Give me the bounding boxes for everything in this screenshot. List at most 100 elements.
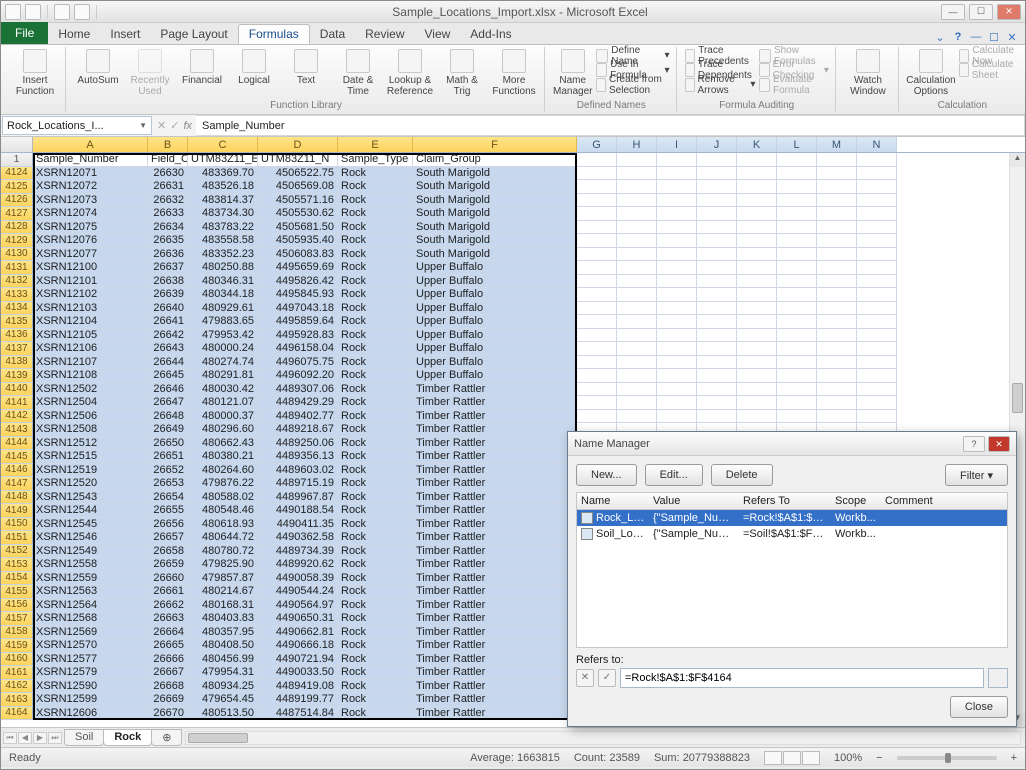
cell[interactable]: [657, 153, 697, 167]
cell[interactable]: 26645: [148, 369, 188, 383]
cell[interactable]: Timber Rattler: [413, 437, 577, 451]
cell[interactable]: XSRN12546: [33, 531, 148, 545]
cell[interactable]: 4495659.69: [258, 261, 338, 275]
insert-function-button[interactable]: Insert Function: [11, 49, 59, 97]
cell[interactable]: [577, 234, 617, 248]
cell[interactable]: 4489250.06: [258, 437, 338, 451]
cell[interactable]: 4496158.04: [258, 342, 338, 356]
scroll-up-icon[interactable]: ▲: [1010, 153, 1025, 167]
cell[interactable]: [617, 288, 657, 302]
cell[interactable]: Rock: [338, 221, 413, 235]
cell[interactable]: 26667: [148, 666, 188, 680]
cell[interactable]: [857, 207, 897, 221]
cell[interactable]: XSRN12073: [33, 194, 148, 208]
row-header[interactable]: 4153: [1, 558, 33, 572]
cell[interactable]: Rock: [338, 680, 413, 694]
cell[interactable]: XSRN12100: [33, 261, 148, 275]
cell[interactable]: 4489402.77: [258, 410, 338, 424]
cell[interactable]: [657, 369, 697, 383]
tab-nav-prev-icon[interactable]: ◀: [18, 732, 32, 744]
cell[interactable]: Rock: [338, 167, 413, 181]
row-header[interactable]: 4145: [1, 450, 33, 464]
row-header[interactable]: 4159: [1, 639, 33, 653]
evaluate-formula-button[interactable]: Evaluate Formula: [759, 78, 829, 92]
row-header[interactable]: 4142: [1, 410, 33, 424]
cell[interactable]: [697, 383, 737, 397]
cell[interactable]: 4489715.19: [258, 477, 338, 491]
cell[interactable]: [857, 302, 897, 316]
cell[interactable]: XSRN12543: [33, 491, 148, 505]
cell[interactable]: [617, 167, 657, 181]
calculate-sheet-button[interactable]: Calculate Sheet: [959, 64, 1018, 78]
row-header[interactable]: 4129: [1, 234, 33, 248]
cell[interactable]: 480403.83: [188, 612, 258, 626]
cell[interactable]: [657, 342, 697, 356]
cell[interactable]: [657, 275, 697, 289]
cell[interactable]: XSRN12107: [33, 356, 148, 370]
cell[interactable]: 480780.72: [188, 545, 258, 559]
cell[interactable]: 483352.23: [188, 248, 258, 262]
cell[interactable]: 4495928.83: [258, 329, 338, 343]
cell[interactable]: 26649: [148, 423, 188, 437]
cell[interactable]: 483558.58: [188, 234, 258, 248]
cell[interactable]: [857, 356, 897, 370]
cell[interactable]: [577, 302, 617, 316]
cell[interactable]: 26647: [148, 396, 188, 410]
cell[interactable]: 26666: [148, 653, 188, 667]
cell[interactable]: XSRN12569: [33, 626, 148, 640]
row-header[interactable]: 4158: [1, 626, 33, 640]
row-header[interactable]: 4151: [1, 531, 33, 545]
cell[interactable]: [817, 329, 857, 343]
cell[interactable]: 4496092.20: [258, 369, 338, 383]
name-box-dropdown-icon[interactable]: ▼: [139, 121, 147, 130]
cell[interactable]: [737, 329, 777, 343]
cell[interactable]: [737, 194, 777, 208]
cell[interactable]: 4489967.87: [258, 491, 338, 505]
column-header[interactable]: K: [737, 137, 777, 152]
cell[interactable]: 479857.87: [188, 572, 258, 586]
cell[interactable]: [737, 396, 777, 410]
row-header[interactable]: 4141: [1, 396, 33, 410]
cell[interactable]: Rock: [338, 207, 413, 221]
cell[interactable]: 4505681.50: [258, 221, 338, 235]
cell[interactable]: Rock: [338, 477, 413, 491]
cell[interactable]: [737, 288, 777, 302]
cell[interactable]: 4490544.24: [258, 585, 338, 599]
cell[interactable]: 4489734.39: [258, 545, 338, 559]
cell[interactable]: Upper Buffalo: [413, 329, 577, 343]
delete-name-button[interactable]: Delete: [711, 464, 773, 486]
tab-view[interactable]: View: [415, 24, 461, 44]
row-header[interactable]: 4138: [1, 356, 33, 370]
cell[interactable]: XSRN12590: [33, 680, 148, 694]
cell[interactable]: 480344.18: [188, 288, 258, 302]
cell[interactable]: Timber Rattler: [413, 585, 577, 599]
cell[interactable]: [737, 180, 777, 194]
cell[interactable]: Rock: [338, 329, 413, 343]
cell[interactable]: Rock: [338, 410, 413, 424]
cell[interactable]: [577, 275, 617, 289]
cell[interactable]: [617, 234, 657, 248]
cell[interactable]: 480291.81: [188, 369, 258, 383]
row-header[interactable]: 4146: [1, 464, 33, 478]
cell[interactable]: [577, 180, 617, 194]
column-header[interactable]: C: [188, 137, 258, 152]
cell[interactable]: Timber Rattler: [413, 653, 577, 667]
cell[interactable]: [737, 302, 777, 316]
cell[interactable]: [737, 248, 777, 262]
close-button[interactable]: ✕: [997, 4, 1021, 20]
column-header[interactable]: B: [148, 137, 188, 152]
cell[interactable]: 26653: [148, 477, 188, 491]
cell[interactable]: XSRN12071: [33, 167, 148, 181]
cell[interactable]: Upper Buffalo: [413, 342, 577, 356]
cell[interactable]: [657, 180, 697, 194]
cell[interactable]: [657, 167, 697, 181]
cell[interactable]: [777, 315, 817, 329]
cell[interactable]: [617, 396, 657, 410]
cell[interactable]: [697, 275, 737, 289]
cell[interactable]: Timber Rattler: [413, 693, 577, 707]
cell[interactable]: 4506083.83: [258, 248, 338, 262]
cell[interactable]: 26648: [148, 410, 188, 424]
cell[interactable]: 26644: [148, 356, 188, 370]
cell[interactable]: 480588.02: [188, 491, 258, 505]
cell[interactable]: [617, 153, 657, 167]
